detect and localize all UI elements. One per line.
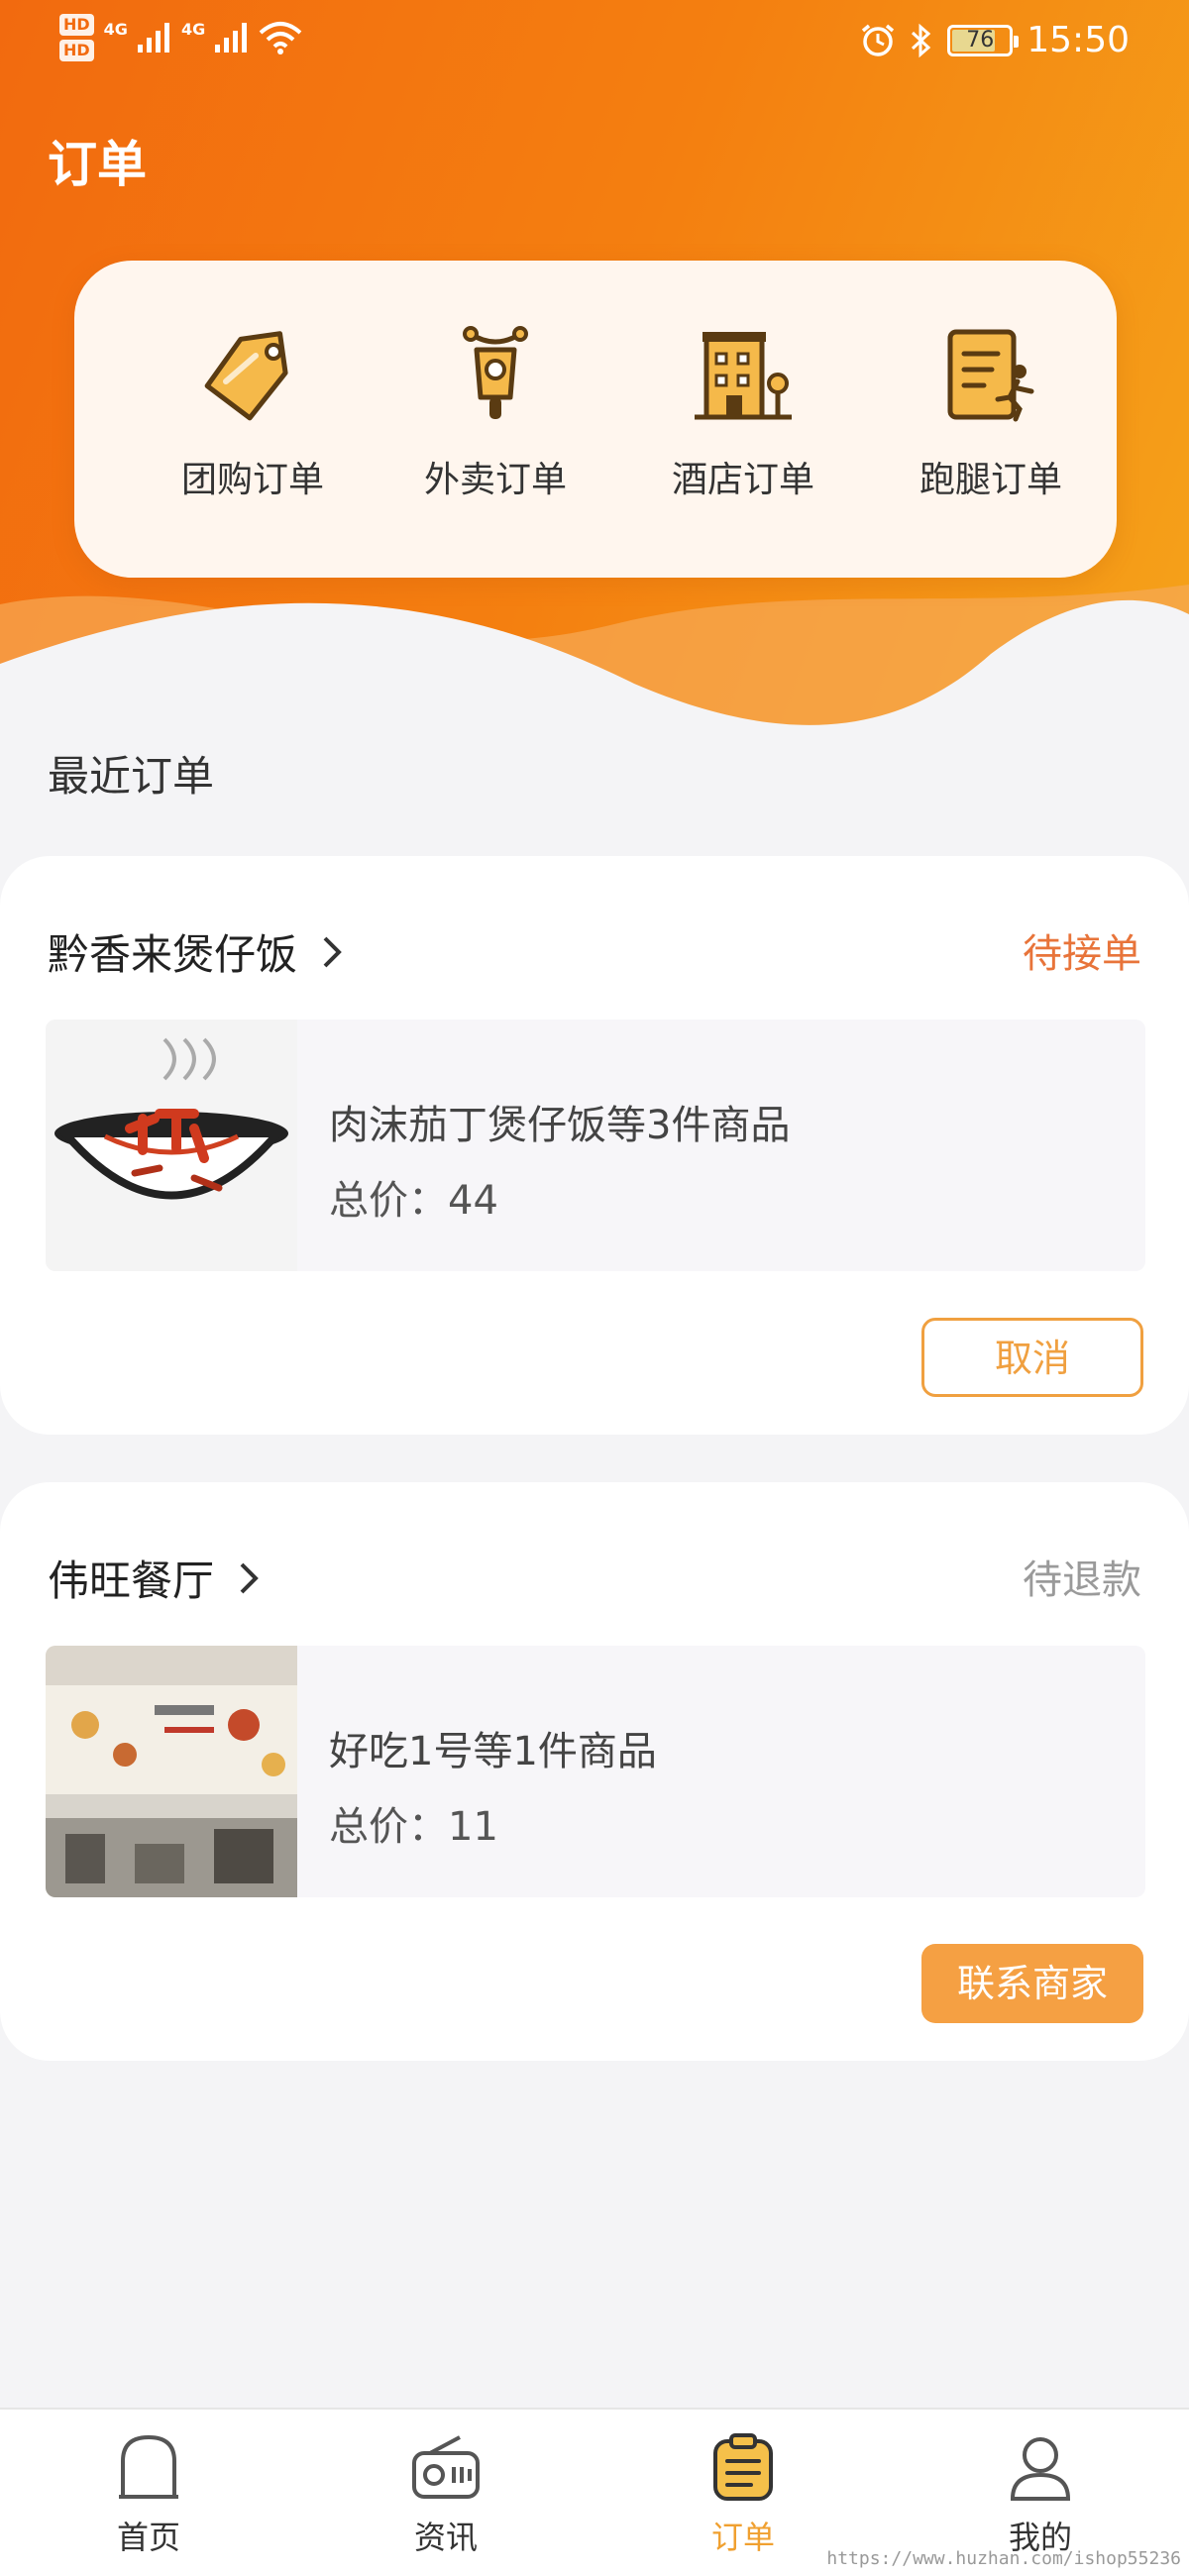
order-item[interactable]: 好吃1号等1件商品 总价：11 (46, 1646, 1145, 1897)
item-price: 总价：44 (329, 1178, 498, 1224)
quick-label: 团购订单 (180, 460, 324, 500)
tab-orders[interactable]: 订单 (644, 2431, 842, 2558)
order-status: 待退款 (1023, 1557, 1141, 1603)
signal-icon (137, 23, 169, 53)
recent-orders-title: 最近订单 (48, 752, 215, 801)
quick-label: 外卖订单 (423, 460, 567, 500)
order-category-card: 团购订单 外卖订单 酒店订单 跑腿订单 (74, 261, 1117, 578)
errand-orders-entry[interactable]: 跑腿订单 (867, 320, 1115, 502)
chevron-right-icon (323, 936, 342, 967)
status-bar: HD HD 4G 4G 76 15:50 (0, 0, 1189, 83)
user-icon (1010, 2437, 1071, 2501)
hd-indicators: HD HD (59, 14, 94, 61)
tab-label: 订单 (710, 2519, 775, 2556)
tab-home[interactable]: 首页 (50, 2431, 248, 2558)
contact-merchant-button[interactable]: 联系商家 (921, 1944, 1143, 2023)
hd-badge-2: HD (59, 40, 94, 61)
order-item[interactable]: 肉沫茄丁煲仔饭等3件商品 总价：44 (46, 1020, 1145, 1271)
order-icon (713, 2433, 773, 2501)
network-type-2: 4G (180, 20, 206, 39)
watermark: https://www.huzhan.com/ishop55236 (826, 2548, 1181, 2569)
store-link[interactable]: 伟旺餐厅 (48, 1548, 260, 1608)
store-thumbnail (46, 1646, 297, 1897)
network-type-1: 4G (103, 20, 128, 39)
scooter-icon (463, 326, 528, 419)
tab-label: 资讯 (413, 2519, 478, 2556)
item-summary: 肉沫茄丁煲仔饭等3件商品 (329, 1103, 791, 1148)
cancel-button[interactable]: 取消 (921, 1318, 1143, 1397)
quick-label: 跑腿订单 (919, 460, 1062, 500)
battery-tip (1014, 35, 1020, 48)
radio-icon (412, 2435, 480, 2499)
status-right: 76 15:50 (860, 20, 1130, 60)
order-card[interactable]: 黔香来煲仔饭 待接单 肉沫茄丁煲仔饭等3件商品 总价：44 取消 (0, 856, 1189, 1435)
order-status: 待接单 (1023, 931, 1141, 977)
tag-icon (204, 331, 288, 421)
hotel-orders-entry[interactable]: 酒店订单 (619, 320, 867, 502)
quick-label: 酒店订单 (671, 460, 814, 500)
status-time: 15:50 (1027, 20, 1130, 60)
store-link[interactable]: 黔香来煲仔饭 (48, 921, 343, 982)
store-name: 黔香来煲仔饭 (48, 930, 298, 979)
tab-profile[interactable]: 我的 (941, 2431, 1139, 2558)
tab-news[interactable]: 资讯 (347, 2431, 545, 2558)
chevron-right-icon (240, 1562, 259, 1593)
signal-icon (215, 23, 248, 53)
wifi-icon (259, 22, 302, 54)
alarm-icon (862, 24, 895, 56)
store-thumbnail (46, 1020, 297, 1271)
item-summary: 好吃1号等1件商品 (329, 1729, 657, 1774)
hd-badge-1: HD (59, 14, 94, 36)
tab-label: 首页 (116, 2519, 180, 2556)
errand-icon (947, 329, 1034, 422)
store-name: 伟旺餐厅 (48, 1556, 215, 1605)
order-card[interactable]: 伟旺餐厅 待退款 好吃1号等1件商品 总价：11 联系商家 (0, 1482, 1189, 2061)
group-buy-orders-entry[interactable]: 团购订单 (129, 320, 377, 502)
page-title: 订单 (48, 136, 147, 193)
home-icon (119, 2434, 178, 2499)
takeout-orders-entry[interactable]: 外卖订单 (372, 320, 619, 502)
hotel-icon (695, 332, 792, 420)
item-price: 总价：11 (329, 1804, 498, 1850)
battery-icon: 76 (947, 24, 1020, 56)
bluetooth-icon (912, 23, 931, 57)
status-left: HD HD 4G 4G (59, 14, 302, 61)
battery-level: 76 (966, 27, 995, 53)
